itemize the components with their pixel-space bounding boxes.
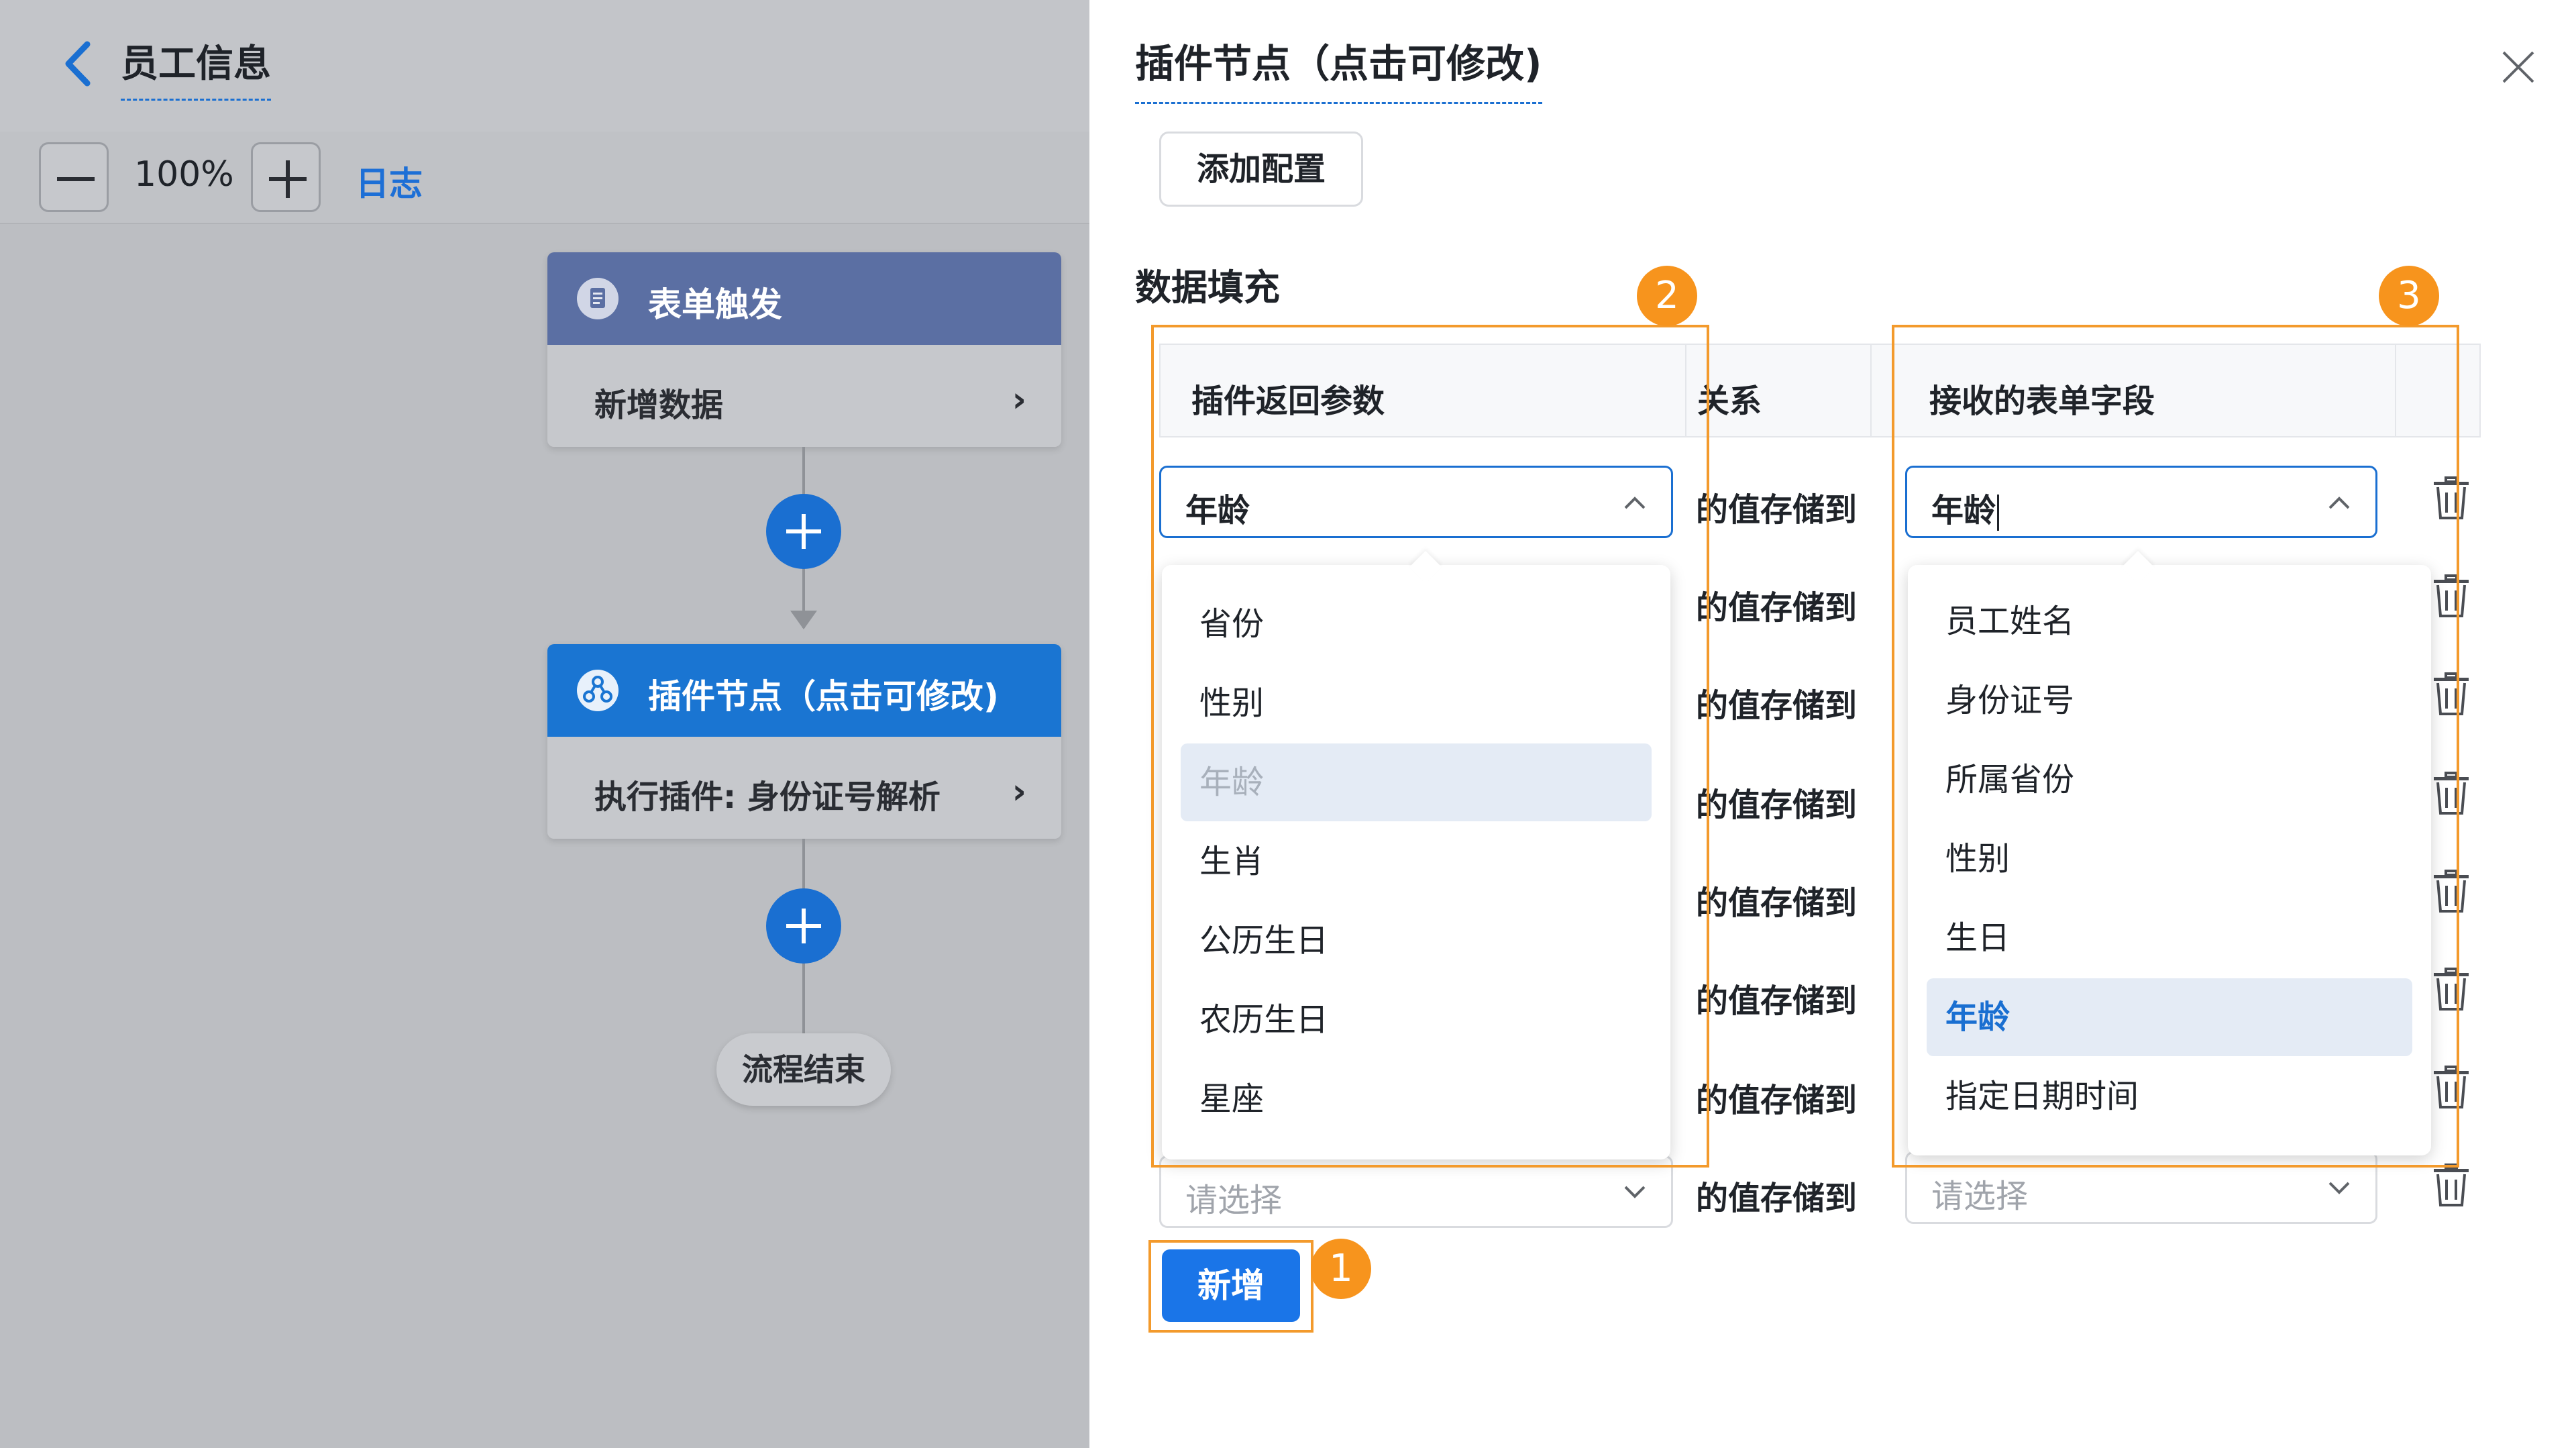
back-arrow-icon[interactable] xyxy=(62,40,95,87)
highlight-box-target xyxy=(1892,325,2459,1168)
node-body-text: 执行插件: 身份证号解析 xyxy=(594,778,941,816)
select-placeholder: 请选择 xyxy=(1185,1182,1283,1219)
zoom-in-button[interactable] xyxy=(251,142,321,212)
node-config-panel: 插件节点（点击可修改) 添加配置 数据填充 插件返回参数 关系 接收的表单字段 … xyxy=(1089,0,2576,1448)
form-trigger-node[interactable]: 表单触发 新增数据 › xyxy=(547,252,1061,447)
log-link[interactable]: 日志 xyxy=(356,157,423,205)
arrow-down-icon xyxy=(790,611,817,629)
node-body[interactable]: 执行插件: 身份证号解析 › xyxy=(547,737,1061,839)
chevron-right-icon: › xyxy=(1012,380,1026,420)
flow-canvas: 员工信息 100% 日志 表单触发 新增数据 › 插件节点（点击可修改) 执行插… xyxy=(0,0,1089,1448)
relation-text: 的值存储到 xyxy=(1696,982,1858,1020)
chevron-right-icon: › xyxy=(1012,772,1026,812)
chevron-down-icon xyxy=(1624,1186,1646,1198)
section-title: 数据填充 xyxy=(1135,266,1280,309)
end-node: 流程结束 xyxy=(716,1033,891,1106)
relation-text: 的值存储到 xyxy=(1696,1180,1858,1217)
add-node-button[interactable] xyxy=(766,888,841,964)
highlight-box-source xyxy=(1151,325,1709,1168)
close-icon[interactable] xyxy=(2501,50,2536,85)
page-title: 员工信息 xyxy=(121,34,271,101)
panel-title: 插件节点（点击可修改) xyxy=(1135,32,1542,104)
node-title: 表单触发 xyxy=(648,285,782,324)
delete-icon[interactable] xyxy=(2431,1163,2471,1208)
relation-text: 的值存储到 xyxy=(1696,589,1858,627)
step-badge-2: 2 xyxy=(1637,266,1697,326)
relation-text: 的值存储到 xyxy=(1696,786,1858,824)
zoom-level: 100% xyxy=(134,154,234,195)
relation-text: 的值存储到 xyxy=(1696,491,1858,529)
add-config-button[interactable]: 添加配置 xyxy=(1159,132,1363,207)
node-title: 插件节点（点击可修改) xyxy=(648,677,999,716)
plugin-icon xyxy=(577,670,619,711)
relation-text: 的值存储到 xyxy=(1696,1082,1858,1119)
zoom-out-button[interactable] xyxy=(39,142,109,212)
node-body[interactable]: 新增数据 › xyxy=(547,345,1061,447)
node-body-text: 新增数据 xyxy=(594,386,724,424)
step-badge-1: 1 xyxy=(1311,1239,1371,1299)
relation-text: 的值存储到 xyxy=(1696,884,1858,922)
step-badge-3: 3 xyxy=(2379,266,2439,326)
form-icon xyxy=(577,278,619,319)
add-node-button[interactable] xyxy=(766,494,841,569)
chevron-down-icon xyxy=(2328,1182,2350,1194)
select-placeholder: 请选择 xyxy=(1931,1178,2029,1215)
plugin-node[interactable]: 插件节点（点击可修改) 执行插件: 身份证号解析 › xyxy=(547,644,1061,839)
add-row-button[interactable]: 新增 xyxy=(1162,1249,1300,1322)
relation-text: 的值存储到 xyxy=(1696,687,1858,725)
column-divider xyxy=(1870,345,1872,436)
